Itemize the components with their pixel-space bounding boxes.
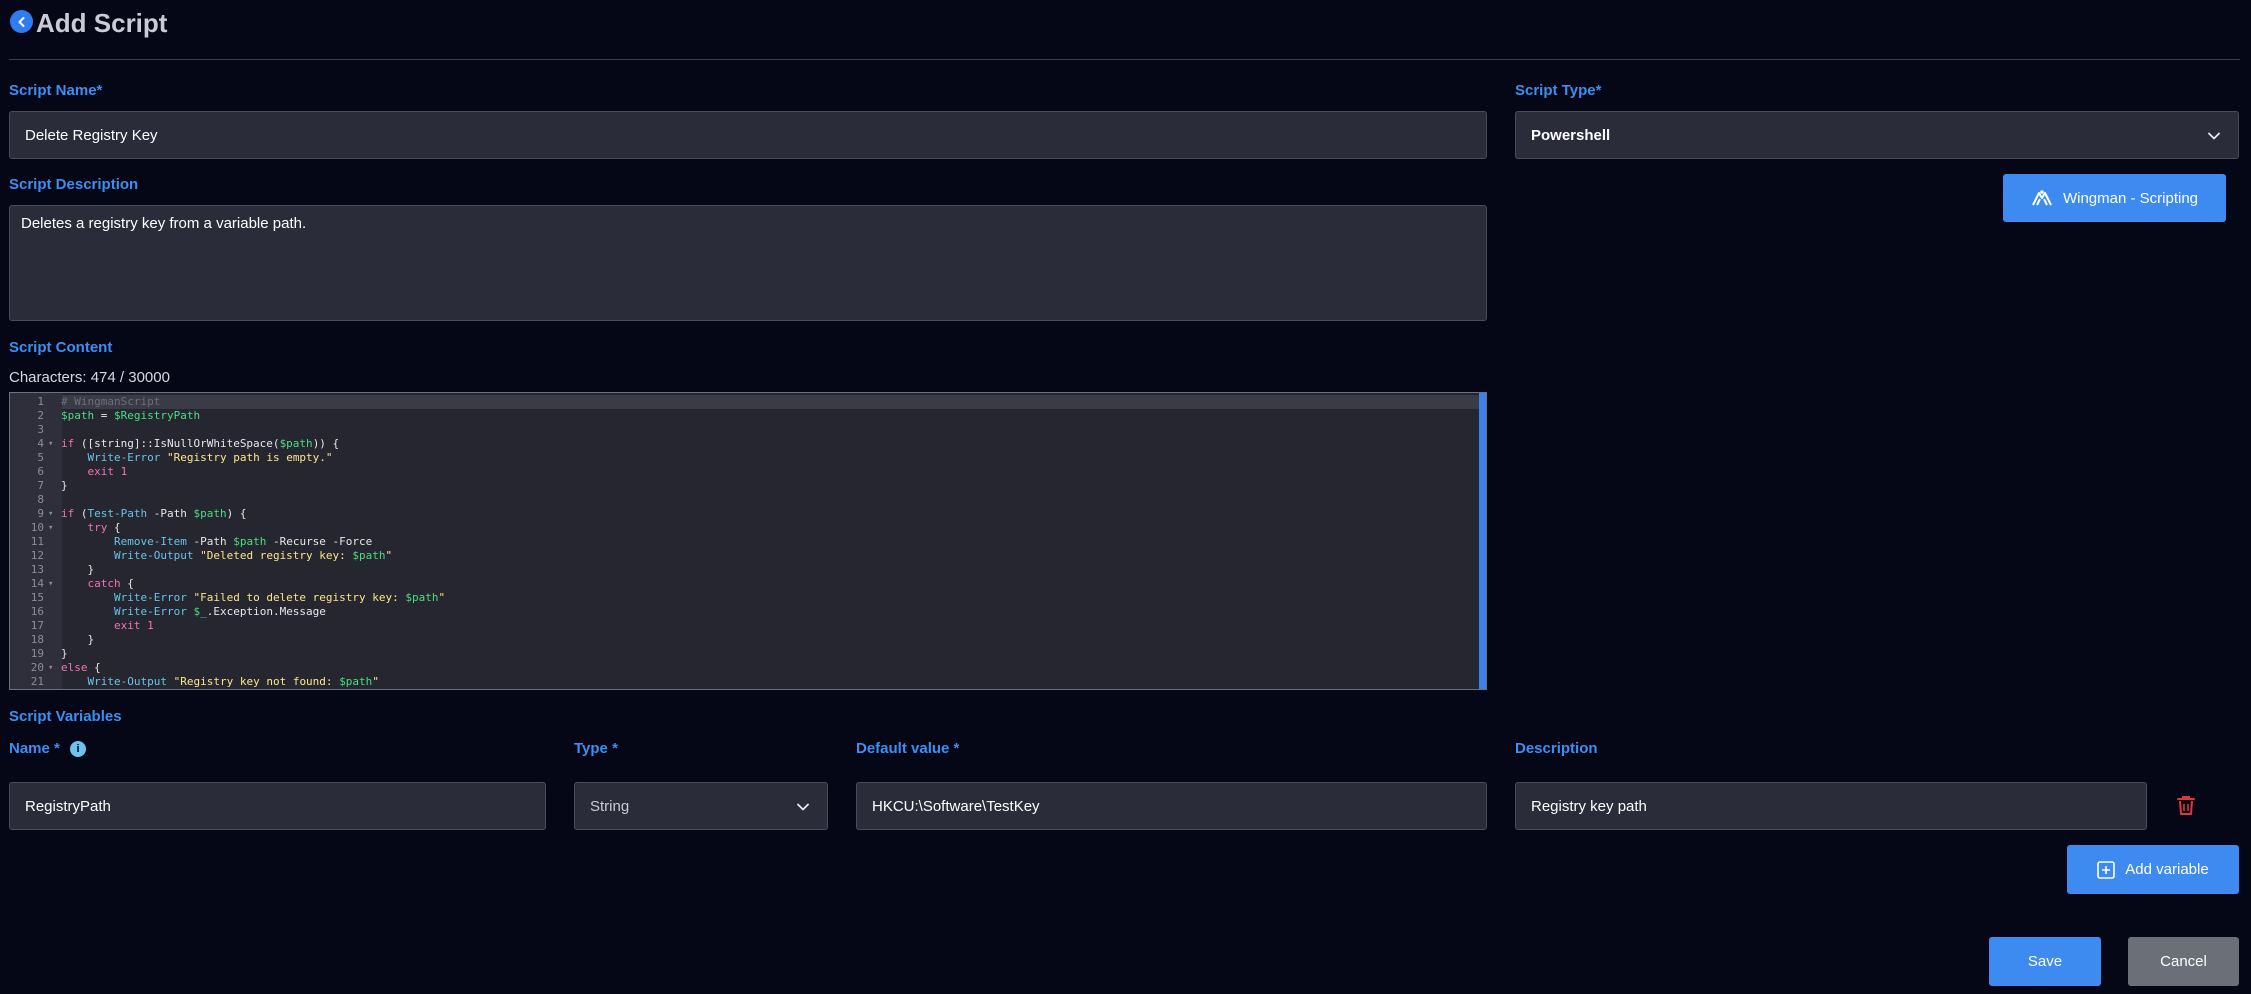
line-number: 6 [37,465,44,478]
header-divider [9,59,2240,60]
code-text: # WingmanScript [61,395,161,408]
code-text: try { [87,521,121,534]
variable-default-input[interactable]: HKCU:\Software\TestKey [856,782,1487,830]
variable-name-value: RegistryPath [25,797,111,815]
line-number: 2 [37,409,44,422]
line-number: 20 [30,661,44,674]
code-text: } [61,633,95,646]
line-number: 5 [37,451,44,464]
script-type-label: Script Type* [1515,82,1602,99]
editor-scrollbar[interactable] [1479,393,1486,689]
active-line-highlight [62,395,1480,409]
code-text: if (Test-Path -Path $path) { [61,507,247,520]
code-text: } [61,563,95,576]
fold-toggle-icon[interactable]: ▾ [48,577,53,591]
variable-type-select[interactable]: String [574,782,828,830]
line-number: 17 [30,619,44,632]
script-description-textarea[interactable]: Deletes a registry key from a variable p… [9,205,1487,321]
wingman-icon [2031,189,2053,207]
code-text: catch { [87,577,134,590]
line-number: 15 [30,591,44,604]
info-icon[interactable]: i [70,741,86,757]
variable-type-header: Type * [574,740,618,757]
page-title: Add Script [36,8,168,38]
fold-toggle-icon[interactable]: ▾ [48,507,53,521]
add-variable-label: Add variable [2125,861,2209,878]
line-number: 12 [30,549,44,562]
code-text: Write-Output "Registry key not found: $p… [87,675,379,688]
variable-description-input[interactable]: Registry key path [1515,782,2147,830]
line-number: 11 [30,535,44,548]
fold-toggle-icon[interactable]: ▾ [48,661,53,675]
chevron-down-icon [2208,127,2220,144]
code-text: Remove-Item -Path $path -Recurse -Force [113,535,373,548]
script-name-input[interactable]: Delete Registry Key [9,111,1487,159]
fold-toggle-icon[interactable]: ▾ [48,521,53,535]
line-number: 7 [37,479,44,492]
line-number: 21 [30,675,44,688]
code-text: exit 1 [113,619,154,632]
code-text: Write-Error "Failed to delete registry k… [113,591,446,604]
code-text: } [61,479,68,492]
code-text: } [61,647,68,660]
variable-name-header: Name * [9,740,60,757]
line-number: 10 [30,521,44,534]
script-description-label: Script Description [9,176,139,193]
line-number: 14 [30,577,44,590]
variable-description-header: Description [1515,740,1598,757]
line-number: 16 [30,605,44,618]
line-number: 18 [30,633,44,646]
character-count: Characters: 474 / 30000 [9,369,170,386]
code-text: Write-Output "Deleted registry key: $pat… [113,549,393,562]
cancel-button[interactable]: Cancel [2128,937,2239,986]
wingman-scripting-button[interactable]: Wingman - Scripting [2003,174,2226,222]
line-number: 19 [30,647,44,660]
variable-name-input[interactable]: RegistryPath [9,782,546,830]
code-text: if ([string]::IsNullOrWhiteSpace($path))… [61,437,340,450]
code-editor[interactable]: 1 # WingmanScript 2 $path = $RegistryPath 3 4… [9,392,1487,690]
code-text: else { [61,661,101,674]
wingman-button-label: Wingman - Scripting [2062,189,2199,207]
code-text: } [61,689,68,690]
script-name-value: Delete Registry Key [25,126,158,144]
code-text: exit 1 [87,465,128,478]
variable-default-header: Default value * [856,740,960,757]
code-text: $path = $RegistryPath [61,409,201,422]
line-number: 4 [37,437,44,450]
line-number: 3 [37,423,44,436]
variable-type-value: String [590,797,630,815]
variable-description-value: Registry key path [1531,797,1647,815]
chevron-down-icon [797,798,809,815]
fold-toggle-icon[interactable]: ▾ [48,437,53,451]
trash-icon[interactable] [2177,795,2195,821]
code-text: Write-Error "Registry path is empty." [87,451,333,464]
script-content-label: Script Content [9,339,113,356]
script-type-select[interactable]: Powershell [1515,111,2239,159]
script-variables-label: Script Variables [9,708,122,725]
code-text: Write-Error $_.Exception.Message [113,605,326,618]
line-number: 9 [37,507,44,520]
script-description-value: Deletes a registry key from a variable p… [21,215,307,232]
line-number: 22 [10,689,44,690]
script-name-label: Script Name* [9,82,103,99]
script-type-value: Powershell [1531,126,1611,144]
line-number: 13 [30,563,44,576]
line-number: 8 [37,493,44,506]
variable-default-value: HKCU:\Software\TestKey [872,797,1040,815]
line-number: 1 [37,395,44,408]
back-icon[interactable] [10,10,33,33]
plus-square-icon [2097,860,2116,879]
add-variable-button[interactable]: Add variable [2067,845,2239,894]
save-button[interactable]: Save [1989,937,2101,986]
